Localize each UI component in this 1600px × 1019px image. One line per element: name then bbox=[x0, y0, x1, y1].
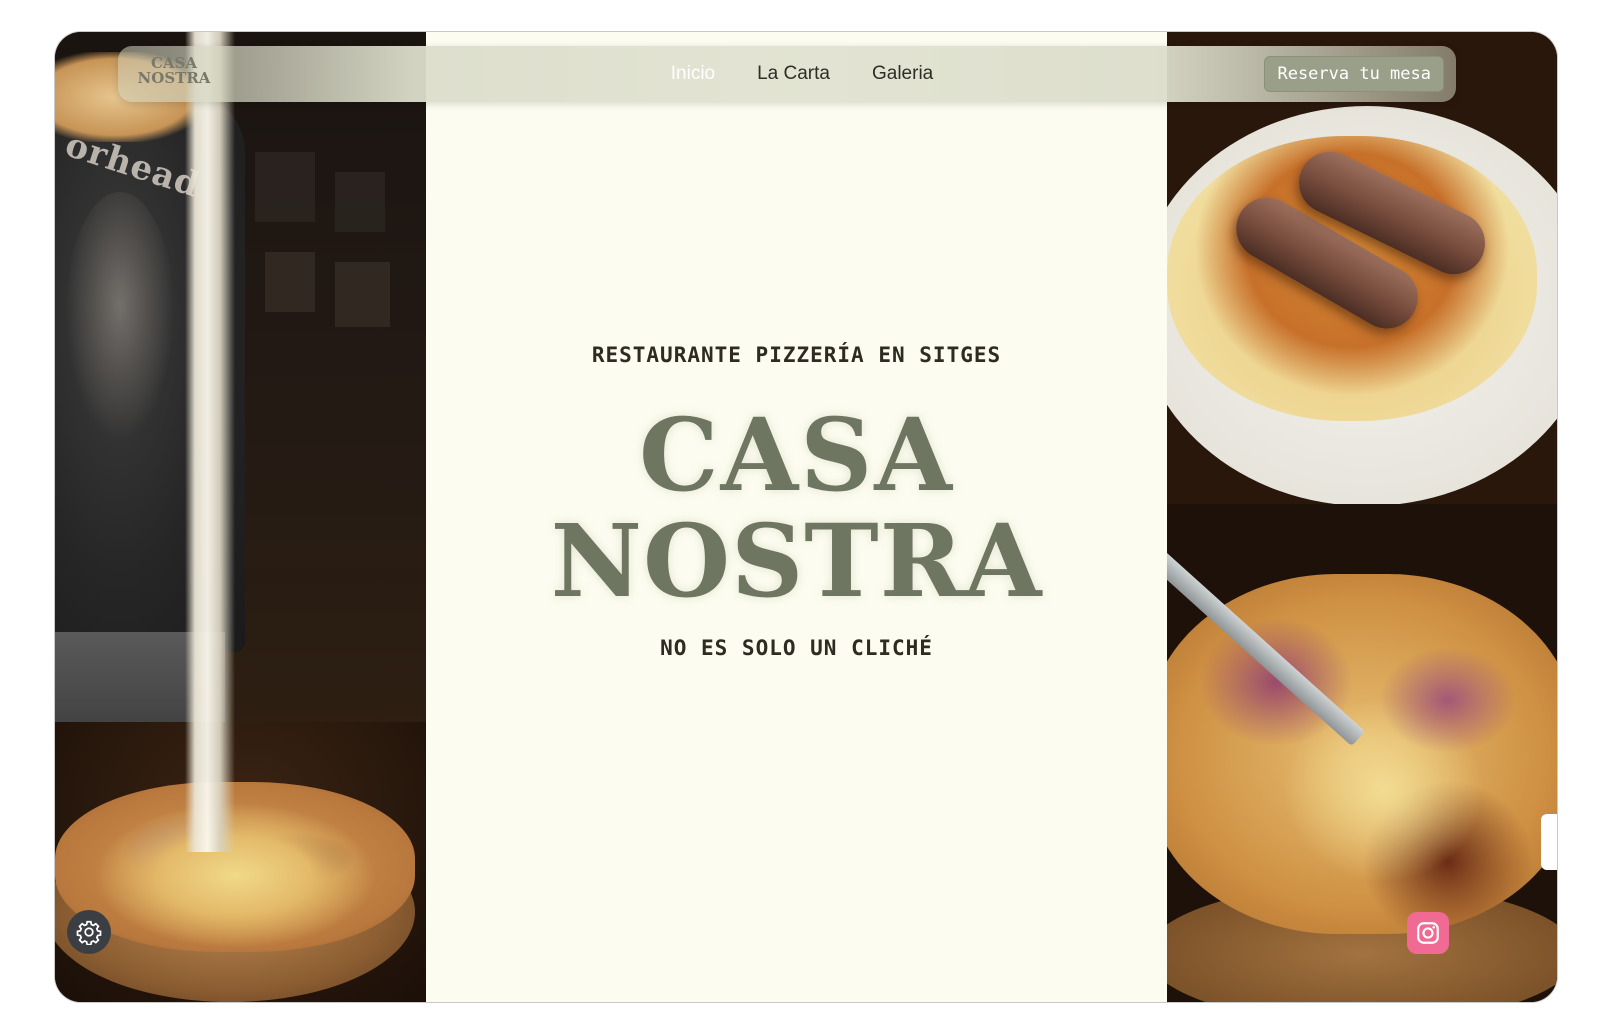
nav-link-la-carta[interactable]: La Carta bbox=[757, 63, 830, 85]
hero-center-panel: RESTAURANTE PIZZERÍA EN SITGES CASA NOST… bbox=[426, 32, 1167, 1002]
hero-title-line2: NOSTRA bbox=[550, 502, 1043, 620]
hero-tagline: RESTAURANTE PIZZERÍA EN SITGES bbox=[591, 343, 1002, 367]
reserve-button[interactable]: Reserva tu mesa bbox=[1264, 56, 1444, 92]
nav-links: Inicio La Carta Galeria bbox=[118, 46, 1456, 102]
instagram-button[interactable] bbox=[1407, 912, 1449, 954]
wall-frames bbox=[255, 152, 405, 332]
hero-title-line1: CASA bbox=[639, 396, 954, 514]
navbar: CASA NOSTRA Inicio La Carta Galeria Rese… bbox=[118, 46, 1456, 102]
cheese-pull bbox=[185, 32, 235, 852]
nav-link-galeria[interactable]: Galeria bbox=[872, 63, 933, 85]
instagram-icon bbox=[1417, 922, 1439, 944]
hero-photo-left: orhead bbox=[55, 32, 426, 1002]
shirt-print bbox=[65, 192, 175, 442]
hero-photo-right-bottom bbox=[1167, 504, 1557, 1002]
hero-photo-right-top bbox=[1167, 32, 1557, 504]
page-frame: orhead RESTAURANTE PIZZERÍA EN SITGES CA… bbox=[55, 32, 1557, 1002]
settings-button[interactable] bbox=[67, 910, 111, 954]
logo-line2: NOSTRA bbox=[137, 69, 211, 87]
gear-icon bbox=[76, 920, 102, 945]
logo[interactable]: CASA NOSTRA bbox=[134, 56, 214, 92]
nav-link-inicio[interactable]: Inicio bbox=[671, 63, 715, 85]
side-tab[interactable] bbox=[1541, 814, 1557, 870]
hero-subtitle: NO ES SOLO UN CLICHÉ bbox=[660, 636, 933, 660]
